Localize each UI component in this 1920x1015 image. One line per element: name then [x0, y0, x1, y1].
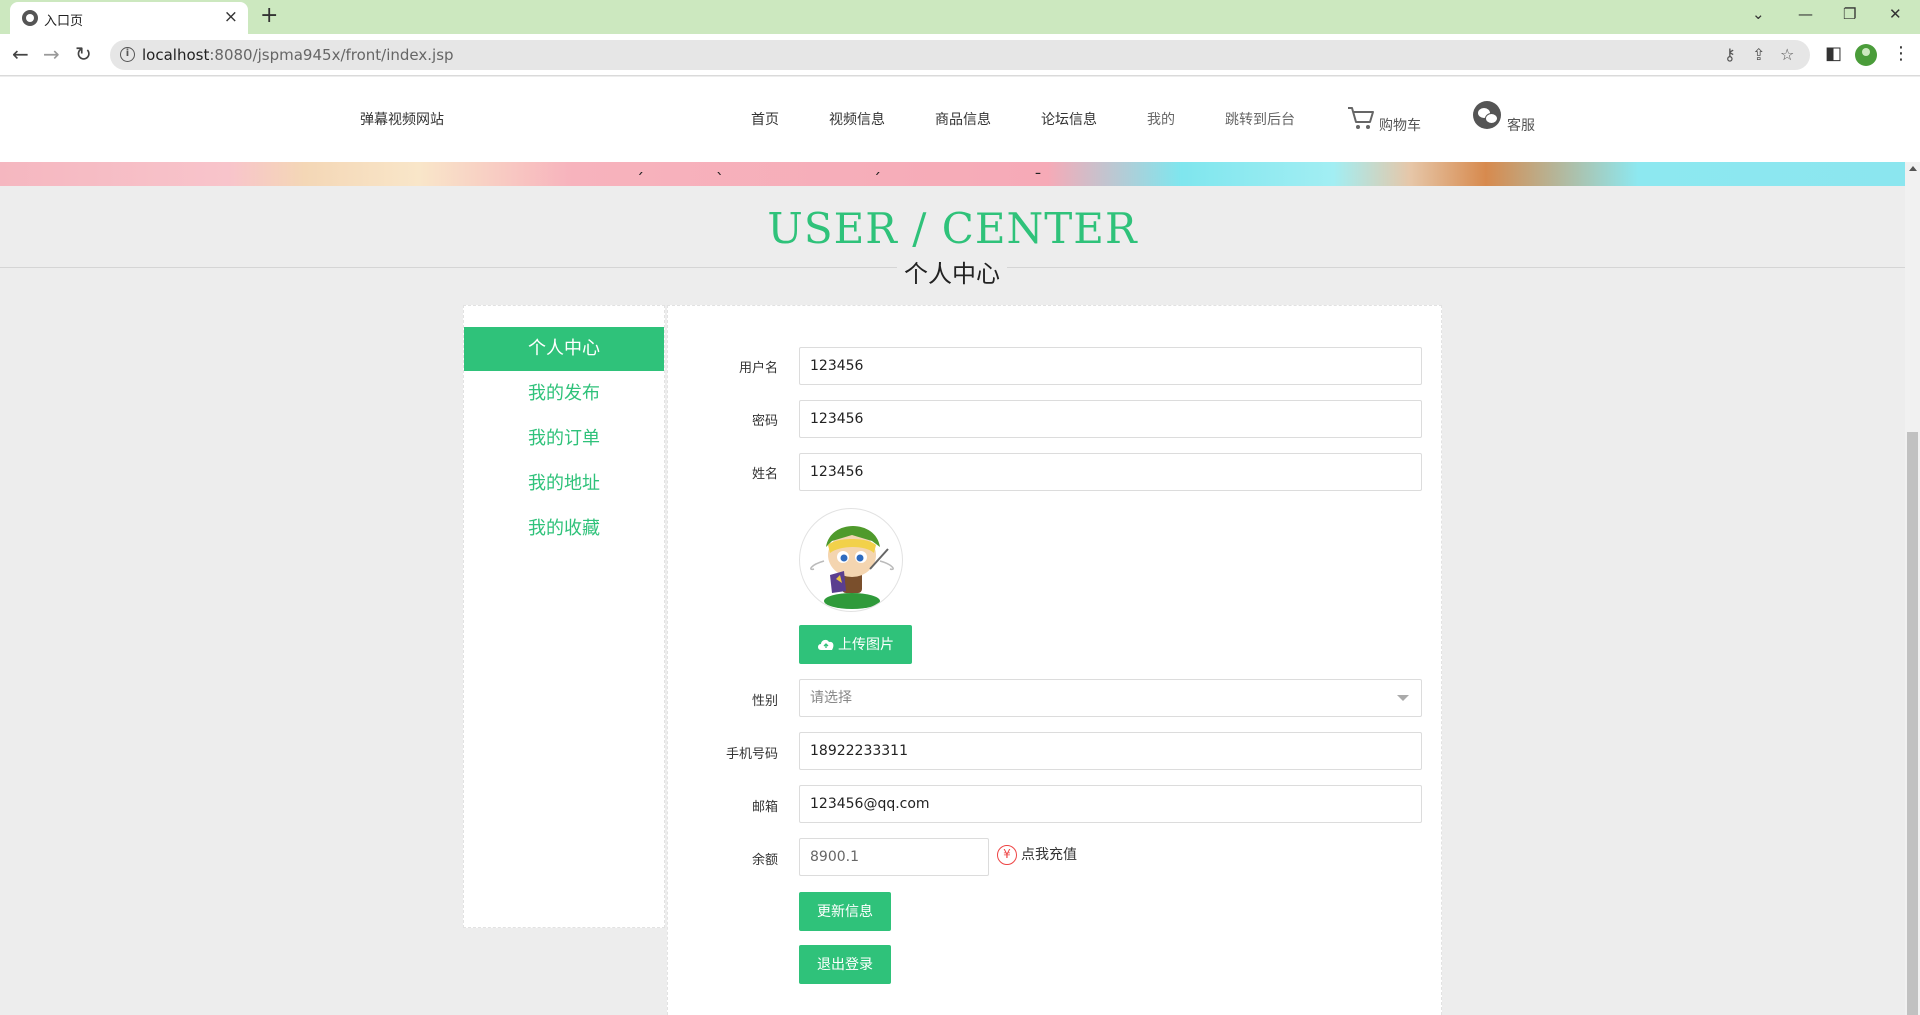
- profile-form: 用户名 123456 密码 123456 姓名 123456 上传图片 性别 请…: [667, 305, 1442, 1015]
- banner-image: ˊ ˋ ˊ ˉ: [0, 162, 1905, 186]
- forward-icon[interactable]: →: [43, 43, 60, 65]
- side-panel-icon[interactable]: ◧: [1825, 43, 1842, 65]
- password-input[interactable]: 123456: [799, 400, 1422, 438]
- minimize-icon[interactable]: —: [1798, 4, 1813, 24]
- email-label: 邮箱: [751, 800, 778, 815]
- nav-products[interactable]: 商品信息: [935, 109, 991, 129]
- logout-button[interactable]: 退出登录: [799, 945, 891, 984]
- avatar-image: [810, 526, 894, 609]
- password-label: 密码: [751, 414, 778, 429]
- url-text: localhost:8080/jspma945x/front/index.jsp: [142, 46, 454, 64]
- menu-item-my-orders[interactable]: 我的订单: [464, 417, 664, 461]
- nav-home[interactable]: 首页: [751, 109, 779, 129]
- phone-label: 手机号码: [725, 747, 778, 762]
- banner-deco: ˊ: [873, 170, 881, 186]
- balance-label: 余额: [751, 853, 778, 868]
- nav-videos[interactable]: 视频信息: [829, 109, 885, 129]
- phone-input[interactable]: 18922233311: [799, 732, 1422, 770]
- address-bar[interactable]: i localhost:8080/jspma945x/front/index.j…: [110, 40, 1810, 70]
- name-label: 姓名: [751, 467, 778, 482]
- gender-select[interactable]: 请选择: [799, 679, 1422, 717]
- email-input[interactable]: 123456@qq.com: [799, 785, 1422, 823]
- menu-kebab-icon[interactable]: ⋮: [1892, 43, 1910, 65]
- profile-avatar-icon[interactable]: [1855, 44, 1877, 66]
- menu-item-my-favorites[interactable]: 我的收藏: [464, 507, 664, 551]
- scroll-up-icon[interactable]: [1909, 166, 1917, 171]
- share-icon[interactable]: ⇪: [1752, 45, 1765, 65]
- site-name[interactable]: 弹幕视频网站: [360, 109, 444, 129]
- browser-tab-bar: 入口页 × + ⌄ — ❐ ✕: [0, 0, 1920, 34]
- banner-deco: ˋ: [716, 170, 724, 186]
- menu-item-my-address[interactable]: 我的地址: [464, 462, 664, 506]
- tab-title: 入口页: [44, 14, 84, 29]
- gender-placeholder: 请选择: [810, 690, 852, 706]
- recharge-label: 点我充值: [1021, 847, 1077, 863]
- balance-input[interactable]: 8900.1: [799, 838, 989, 876]
- tab-search-icon[interactable]: ⌄: [1752, 4, 1765, 24]
- bookmark-star-icon[interactable]: ☆: [1780, 45, 1794, 65]
- upload-label: 上传图片: [838, 636, 894, 652]
- cart-label[interactable]: 购物车: [1379, 115, 1421, 135]
- gender-label: 性别: [751, 694, 778, 709]
- restore-icon[interactable]: ❐: [1843, 4, 1856, 24]
- yen-icon: ¥: [997, 845, 1017, 865]
- recharge-link[interactable]: ¥ 点我充值: [997, 844, 1077, 865]
- banner-deco: ˊ: [636, 170, 644, 186]
- avatar: [799, 508, 903, 612]
- new-tab-icon[interactable]: +: [260, 4, 278, 28]
- upload-image-button[interactable]: 上传图片: [799, 625, 912, 664]
- update-info-button[interactable]: 更新信息: [799, 892, 891, 931]
- browser-toolbar: ← → ↻ i localhost:8080/jspma945x/front/i…: [0, 34, 1920, 76]
- nav-forum[interactable]: 论坛信息: [1041, 109, 1097, 129]
- close-window-icon[interactable]: ✕: [1889, 4, 1902, 24]
- key-icon[interactable]: ⚷: [1724, 45, 1736, 65]
- user-side-menu: 个人中心 我的发布 我的订单 我的地址 我的收藏: [463, 305, 665, 928]
- cart-icon[interactable]: [1346, 105, 1376, 131]
- reload-icon[interactable]: ↻: [75, 43, 92, 65]
- menu-item-my-posts[interactable]: 我的发布: [464, 372, 664, 416]
- browser-tab[interactable]: 入口页 ×: [10, 2, 248, 34]
- globe-icon: [22, 10, 38, 26]
- menu-item-profile[interactable]: 个人中心: [464, 327, 664, 371]
- wechat-icon[interactable]: [1473, 101, 1501, 129]
- nav-mine[interactable]: 我的: [1147, 109, 1175, 129]
- page-title-en: USER / CENTER: [767, 204, 1138, 253]
- chevron-down-icon: [1397, 695, 1409, 701]
- page-title-cn: 个人中心: [897, 254, 1007, 289]
- tab-close-icon[interactable]: ×: [224, 7, 238, 27]
- username-input[interactable]: 123456: [799, 347, 1422, 385]
- nav-admin[interactable]: 跳转到后台: [1225, 109, 1295, 129]
- back-icon[interactable]: ←: [12, 43, 29, 65]
- service-label[interactable]: 客服: [1507, 115, 1535, 135]
- banner-deco: ˉ: [1034, 170, 1042, 186]
- scrollbar-thumb[interactable]: [1907, 432, 1918, 1015]
- username-label: 用户名: [738, 361, 778, 376]
- name-input[interactable]: 123456: [799, 453, 1422, 491]
- info-icon[interactable]: i: [120, 47, 135, 62]
- site-header: 弹幕视频网站 首页 视频信息 商品信息 论坛信息 我的 跳转到后台 购物车 客服: [0, 77, 1920, 162]
- page-scrollbar[interactable]: [1905, 162, 1920, 1015]
- cloud-upload-icon: [818, 639, 834, 650]
